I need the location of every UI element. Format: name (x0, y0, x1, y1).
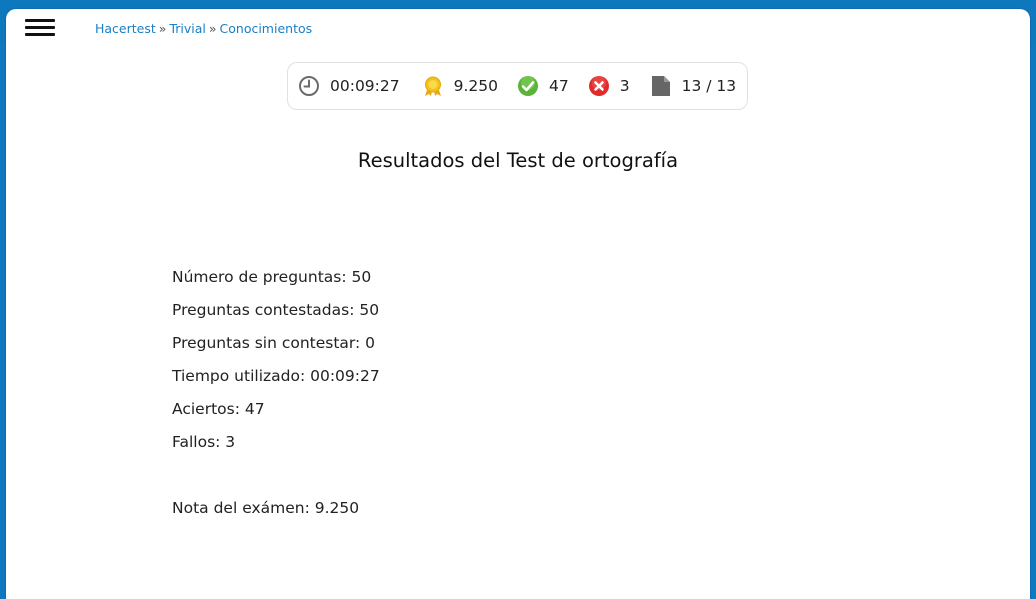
score-value: 9.250 (453, 77, 498, 95)
clock-icon (298, 75, 320, 97)
result-wrong: Fallos: 3 (172, 433, 236, 451)
correct-answers-value: 47 (549, 77, 569, 95)
elapsed-time-value: 00:09:27 (330, 77, 400, 95)
test-status-bar: 00:09:27 9.250 47 3 13 / 13 (287, 62, 748, 110)
wrong-answers-value: 3 (619, 77, 630, 95)
hamburger-menu-icon[interactable] (25, 17, 57, 39)
elapsed-time-stat: 00:09:27 (298, 75, 400, 97)
results-spacer (172, 464, 380, 497)
medal-icon (422, 75, 444, 97)
x-circle-icon (588, 75, 610, 97)
breadcrumb-link-hacertest[interactable]: Hacertest (95, 21, 156, 36)
check-circle-icon (517, 75, 539, 97)
page-progress-stat: 13 / 13 (650, 75, 737, 97)
breadcrumb-link-trivial[interactable]: Trivial (169, 21, 205, 36)
breadcrumb-separator: » (208, 21, 217, 36)
page-progress-value: 13 / 13 (681, 77, 737, 95)
result-time-used: Tiempo utilizado: 00:09:27 (172, 367, 380, 385)
breadcrumb-separator: » (158, 21, 167, 36)
wrong-answers-stat: 3 (588, 75, 630, 97)
breadcrumb: Hacertest» Trivial» Conocimientos (95, 21, 312, 36)
result-grade: Nota del exámen: 9.250 (172, 499, 360, 517)
breadcrumb-link-conocimientos[interactable]: Conocimientos (220, 21, 313, 36)
score-stat: 9.250 (422, 75, 498, 97)
correct-answers-stat: 47 (517, 75, 569, 97)
result-num-questions: Número de preguntas: 50 (172, 268, 372, 286)
page-title: Resultados del Test de ortografía (357, 149, 679, 172)
result-unanswered: Preguntas sin contestar: 0 (172, 334, 376, 352)
results-summary: Número de preguntas: 50 Preguntas contes… (172, 266, 380, 530)
result-answered: Preguntas contestadas: 50 (172, 301, 380, 319)
main-panel: Hacertest» Trivial» Conocimientos 00:09:27 (6, 9, 1030, 599)
document-icon (650, 75, 672, 97)
result-correct: Aciertos: 47 (172, 400, 265, 418)
